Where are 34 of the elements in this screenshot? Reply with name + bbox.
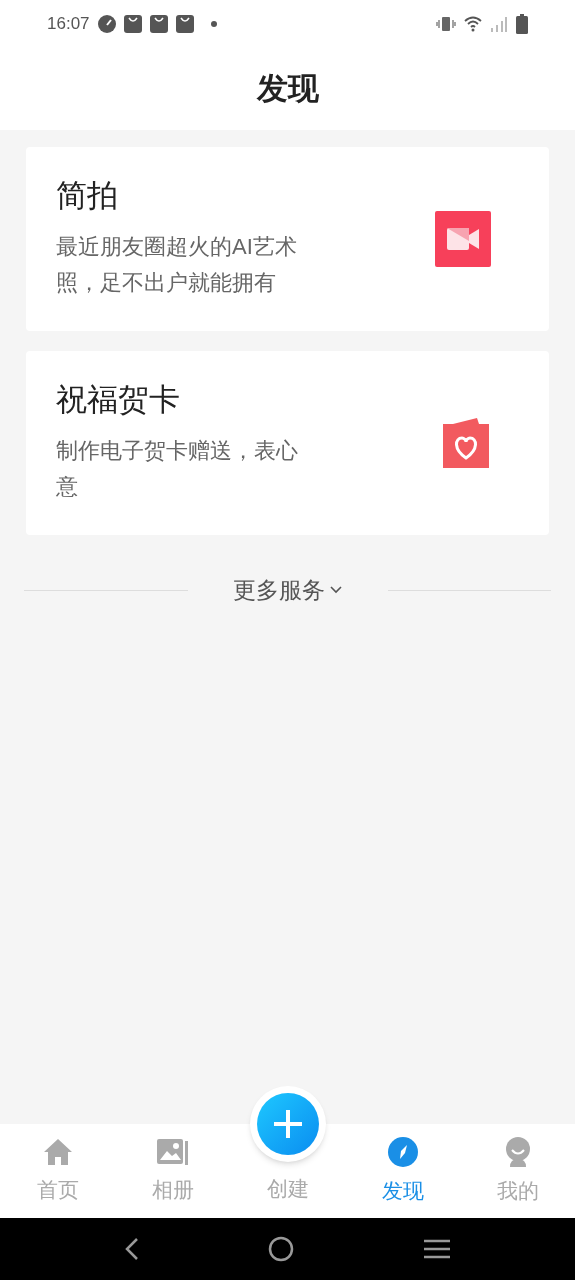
tab-item[interactable]: 首页 bbox=[0, 1124, 115, 1218]
tab-item[interactable]: 相册 bbox=[115, 1124, 230, 1218]
vibrate-icon bbox=[436, 16, 456, 32]
home-button-icon[interactable] bbox=[267, 1235, 296, 1263]
user-icon bbox=[503, 1137, 532, 1168]
compass-icon bbox=[387, 1137, 418, 1168]
tab-item[interactable]: 我的 bbox=[460, 1124, 575, 1218]
menu-icon[interactable] bbox=[423, 1238, 452, 1260]
plus-icon bbox=[256, 1093, 319, 1155]
battery-icon bbox=[516, 14, 528, 34]
shopping-bag-icon bbox=[175, 15, 194, 33]
dot-icon bbox=[209, 20, 218, 28]
page-title: 发现 bbox=[256, 69, 319, 108]
card-description: 最近朋友圈超火的AI艺术 照，足不出户就能拥有 bbox=[56, 233, 298, 297]
wifi-icon bbox=[464, 16, 482, 32]
status-time: 16:07 bbox=[47, 13, 90, 36]
back-icon[interactable] bbox=[123, 1237, 140, 1261]
home-icon bbox=[42, 1138, 73, 1167]
card-description: 制作电子贺卡赠送，表心 意 bbox=[56, 437, 299, 501]
signal-icon bbox=[490, 16, 508, 32]
more-services-button[interactable]: 更多服务 bbox=[187, 573, 388, 608]
service-card[interactable]: 简拍 最近朋友圈超火的AI艺术 照，足不出户就能拥有 bbox=[26, 147, 549, 331]
shopping-bag-icon bbox=[123, 15, 142, 33]
service-card[interactable]: 祝福贺卡 制作电子贺卡赠送，表心 意 bbox=[26, 351, 549, 535]
shopping-bag-icon bbox=[149, 15, 168, 33]
video-camera-icon bbox=[435, 211, 491, 267]
photo-album-icon bbox=[156, 1138, 189, 1167]
card-title: 祝福贺卡 bbox=[56, 381, 181, 419]
gauge-icon bbox=[97, 15, 116, 33]
card-title: 简拍 bbox=[56, 177, 119, 215]
tab-item[interactable]: 发现 bbox=[345, 1124, 460, 1218]
chevron-down-icon bbox=[328, 585, 343, 596]
greeting-card-icon bbox=[443, 416, 491, 470]
tab-item[interactable]: 创建 bbox=[266, 1172, 309, 1204]
